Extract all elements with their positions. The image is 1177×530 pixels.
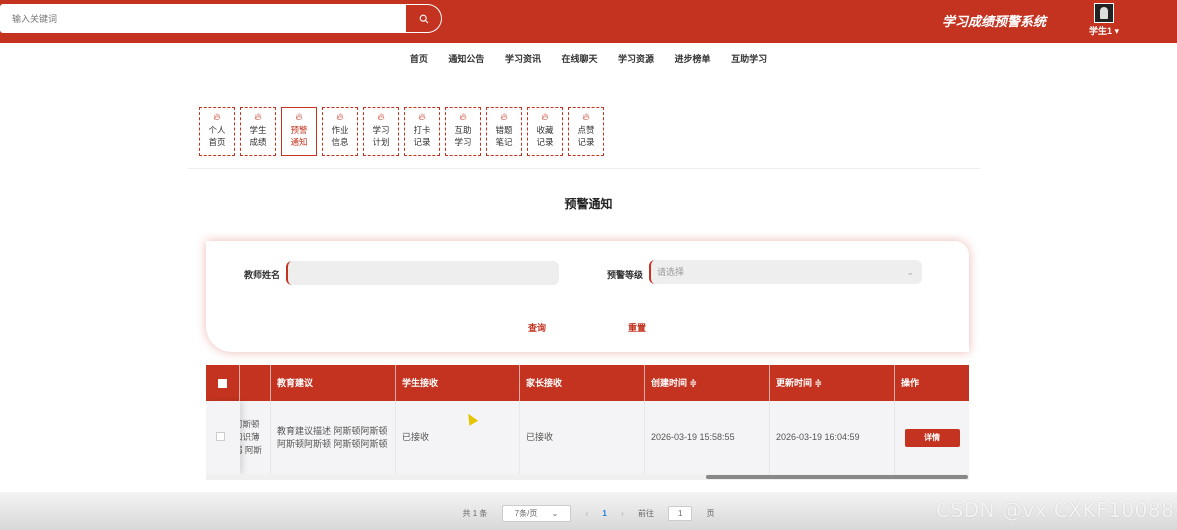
cell-created-time: 2026-03-19 15:58:55 <box>645 401 770 474</box>
main-nav: 首页 通知公告 学习资讯 在线聊天 学习资源 进步榜单 互助学习 <box>0 52 1177 65</box>
flame-icon: 🔥︎ <box>254 112 262 123</box>
pager-total: 共 1 条 <box>462 509 488 518</box>
goto-page-input[interactable]: 1 <box>668 506 693 521</box>
tab-warning-notice[interactable]: 🔥︎ 预警 通知 <box>281 107 317 156</box>
cell-student-received: 已接收 <box>396 401 520 474</box>
select-all-checkbox[interactable] <box>218 378 227 388</box>
avatar <box>1094 3 1114 23</box>
scrollbar-thumb[interactable] <box>706 475 968 479</box>
header-created-time[interactable]: 创建时间 ≑ <box>645 365 770 401</box>
tab-error-notes[interactable]: 🔥︎ 错题 笔记 <box>486 107 522 156</box>
header-updated-time[interactable]: 更新时间 ≑ <box>770 365 895 401</box>
tab-personal-home[interactable]: 🔥︎ 个人 首页 <box>199 107 235 156</box>
header-advice: 教育建议 <box>271 365 396 401</box>
horizontal-scrollbar[interactable] <box>206 474 969 480</box>
watermark: CSDN @vx CXKF10088 <box>936 498 1175 522</box>
nav-home[interactable]: 首页 <box>410 52 428 65</box>
chevron-down-icon: ⌄ <box>906 267 914 277</box>
user-menu[interactable]: 学生1 ▾ <box>1084 3 1124 37</box>
table-header: 教育建议 学生接收 家长接收 创建时间 ≑ 更新时间 ≑ 操作 <box>206 365 969 401</box>
page-title: 预警通知 <box>564 197 613 211</box>
flame-icon: 🔥︎ <box>500 112 508 123</box>
flame-icon: 🔥︎ <box>295 112 303 123</box>
tab-mutual-study[interactable]: 🔥︎ 互助 学习 <box>445 107 481 156</box>
top-bar: 学习成绩预警系统 学生1 ▾ <box>0 0 1177 43</box>
header-student-received: 学生接收 <box>396 365 520 401</box>
header-select-all[interactable] <box>206 365 240 401</box>
search-input[interactable] <box>0 4 407 33</box>
detail-button[interactable]: 详情 <box>904 428 960 447</box>
cell-ops: 详情 <box>895 401 969 474</box>
tab-favorites[interactable]: 🔥︎ 收藏 记录 <box>527 107 563 156</box>
chevron-down-icon: ⌄ <box>551 509 559 518</box>
flame-icon: 🔥︎ <box>377 112 385 123</box>
cell-hidden: 阿斯顿知识薄弱 阿斯 <box>240 401 271 474</box>
teacher-name-label: 教师姓名 <box>244 270 281 280</box>
divider <box>188 168 980 169</box>
warning-level-label: 预警等级 <box>607 270 644 280</box>
flame-icon: 🔥︎ <box>213 112 221 123</box>
warning-table: 教育建议 学生接收 家长接收 创建时间 ≑ 更新时间 ≑ 操作 阿斯顿知识薄弱 … <box>206 365 969 480</box>
header-hidden-col <box>240 365 271 401</box>
user-name: 学生1 <box>1088 26 1112 36</box>
nav-resources[interactable]: 学习资源 <box>618 52 654 65</box>
search-button[interactable] <box>406 4 442 33</box>
tab-study-plan[interactable]: 🔥︎ 学习 计划 <box>363 107 399 156</box>
header-parent-received: 家长接收 <box>520 365 645 401</box>
flame-icon: 🔥︎ <box>336 112 344 123</box>
page-number[interactable]: 1 <box>602 509 606 518</box>
tab-homework[interactable]: 🔥︎ 作业 信息 <box>322 107 358 156</box>
caret-down-icon: ▾ <box>1114 26 1120 36</box>
filter-card: 教师姓名 预警等级 请选择 ⌄ 查询 重置 <box>206 241 969 352</box>
search-box <box>0 4 442 33</box>
search-icon <box>419 14 428 23</box>
query-button[interactable]: 查询 <box>528 321 546 334</box>
warning-level-placeholder: 请选择 <box>657 267 685 277</box>
fixed-select-column <box>206 401 240 474</box>
center-tabs: 🔥︎ 个人 首页 🔥︎ 学生 成绩 🔥︎ 预警 通知 🔥︎ 作业 信息 🔥︎ 学习 计划 🔥︎ 打卡记… <box>199 107 609 156</box>
next-page-icon[interactable]: › <box>621 509 624 518</box>
site-title: 学习成绩预警系统 <box>942 15 1047 30</box>
prev-page-icon[interactable]: ‹ <box>586 509 589 518</box>
flame-icon: 🔥︎ <box>541 112 549 123</box>
reset-button[interactable]: 重置 <box>628 321 646 334</box>
page-suffix: 页 <box>706 509 715 518</box>
tab-likes[interactable]: 🔥︎ 点赞 记录 <box>568 107 604 156</box>
flame-icon: 🔥︎ <box>418 112 426 123</box>
row-checkbox[interactable] <box>216 432 225 441</box>
nav-ranking[interactable]: 进步榜单 <box>675 52 711 65</box>
header-ops: 操作 <box>901 378 920 388</box>
nav-news[interactable]: 学习资讯 <box>505 52 541 65</box>
cell-updated-time: 2026-03-19 16:04:59 <box>770 401 895 474</box>
nav-mutual-study[interactable]: 互助学习 <box>731 52 767 65</box>
warning-level-select[interactable]: 请选择 ⌄ <box>649 260 922 284</box>
cell-parent-received: 已接收 <box>520 401 645 474</box>
teacher-name-input[interactable] <box>286 261 559 285</box>
page-size-select[interactable]: 7条/页 ⌄ <box>501 505 572 522</box>
goto-label: 前往 <box>638 509 654 518</box>
nav-notices[interactable]: 通知公告 <box>448 52 484 65</box>
flame-icon: 🔥︎ <box>582 112 590 123</box>
table-row: 阿斯顿知识薄弱 阿斯 教育建议描述 阿斯顿阿斯顿阿斯顿阿斯顿 阿斯顿阿斯顿 已接… <box>206 401 969 474</box>
tab-checkin[interactable]: 🔥︎ 打卡 记录 <box>404 107 440 156</box>
nav-chat[interactable]: 在线聊天 <box>561 52 597 65</box>
flame-icon: 🔥︎ <box>459 112 467 123</box>
cell-advice: 教育建议描述 阿斯顿阿斯顿 阿斯顿阿斯顿 阿斯顿阿斯顿 <box>271 401 396 474</box>
tab-student-scores[interactable]: 🔥︎ 学生 成绩 <box>240 107 276 156</box>
